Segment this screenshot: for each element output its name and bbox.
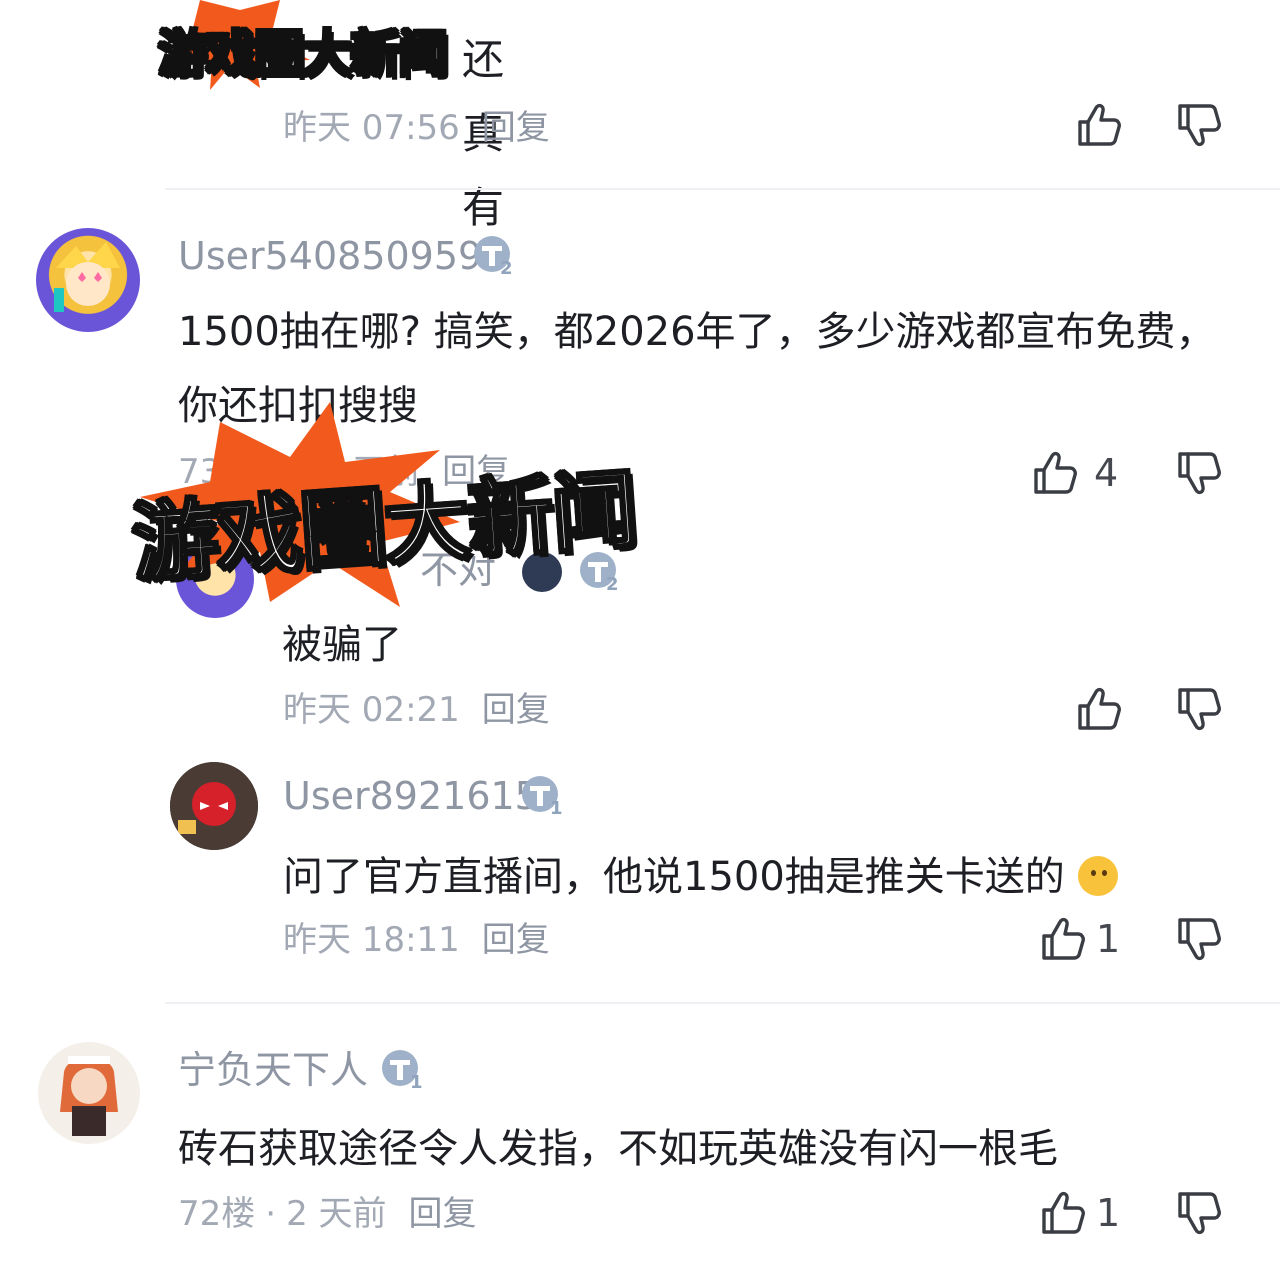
comment-meta: 昨天 02:21 回复 [283, 690, 550, 730]
emoji-icon [1077, 856, 1118, 896]
level-badge: 1 [380, 1048, 426, 1094]
comment-text: 砖石获取途径令人发指，不如玩英雄没有闪一根毛 [178, 1126, 1058, 1172]
thumbs-down-icon [1178, 918, 1221, 961]
level-number: 2 [500, 258, 513, 279]
reply-button[interactable]: 回复 [482, 108, 550, 148]
level-number: 1 [410, 1072, 423, 1093]
comment-meta: 昨天 07:56 回复 [283, 108, 550, 148]
like-count: 4 [1094, 451, 1119, 495]
like-button[interactable] [1074, 100, 1124, 150]
avatar-illustration [54, 242, 120, 312]
like-button[interactable] [1074, 684, 1124, 734]
reply-button[interactable]: 回复 [482, 920, 550, 960]
like-count: 1 [1096, 1191, 1121, 1235]
level-badge: 2 [472, 234, 518, 280]
dislike-button[interactable] [1174, 684, 1224, 734]
comment-time: 昨天 02:21 [283, 690, 460, 730]
dislike-button[interactable] [1174, 100, 1224, 150]
thumbs-down-icon [1178, 1192, 1221, 1235]
thumbs-down-icon [1178, 104, 1221, 147]
watermark-small: 游戏圈大新闻 [157, 24, 450, 85]
separator: · [265, 1194, 277, 1234]
comment-meta: 72楼 · 2 天前 回复 [178, 1194, 477, 1234]
reply-button[interactable]: 回复 [482, 690, 550, 730]
username[interactable]: User540850959 [178, 234, 482, 278]
dislike-button[interactable] [1174, 1188, 1224, 1238]
comment-text: 被骗了 [282, 622, 402, 668]
username[interactable]: User8921615 [283, 774, 539, 818]
like-count: 1 [1096, 917, 1121, 961]
avatar[interactable] [38, 1042, 140, 1144]
dislike-button[interactable] [1174, 448, 1224, 498]
comment-time: 昨天 18:11 [283, 920, 460, 960]
divider [165, 188, 1280, 190]
divider [165, 1002, 1280, 1004]
level-number: 1 [550, 798, 563, 819]
thumbs-up-icon [1078, 687, 1121, 730]
level-badge: 1 [520, 774, 566, 820]
avatar[interactable] [36, 228, 140, 332]
reply-button[interactable]: 回复 [409, 1194, 477, 1234]
thumbs-up-icon [1042, 1191, 1085, 1234]
username[interactable]: 宁负天下人 [178, 1048, 368, 1092]
comment-text: 问了官方直播间，他说1500抽是推关卡送的 [283, 840, 1118, 914]
avatar[interactable] [170, 762, 258, 850]
dislike-button[interactable] [1174, 914, 1224, 964]
comment-time: 2 天前 [286, 1194, 387, 1234]
thumbs-up-icon [1034, 451, 1077, 494]
like-button[interactable]: 1 [1038, 1188, 1120, 1238]
like-button[interactable]: 4 [1030, 448, 1118, 498]
floor-number: 72楼 [178, 1194, 256, 1234]
like-button[interactable]: 1 [1038, 914, 1120, 964]
comment-meta: 昨天 18:11 回复 [283, 920, 550, 960]
thumbs-down-icon [1178, 688, 1221, 731]
thumbs-up-icon [1042, 917, 1085, 960]
thumbs-up-icon [1078, 103, 1121, 146]
avatar-illustration [60, 1056, 118, 1136]
comment-time: 昨天 07:56 [283, 108, 460, 148]
comment-text-body: 问了官方直播间，他说1500抽是推关卡送的 [283, 854, 1065, 900]
avatar-illustration [170, 762, 258, 850]
thumbs-down-icon [1178, 452, 1221, 495]
